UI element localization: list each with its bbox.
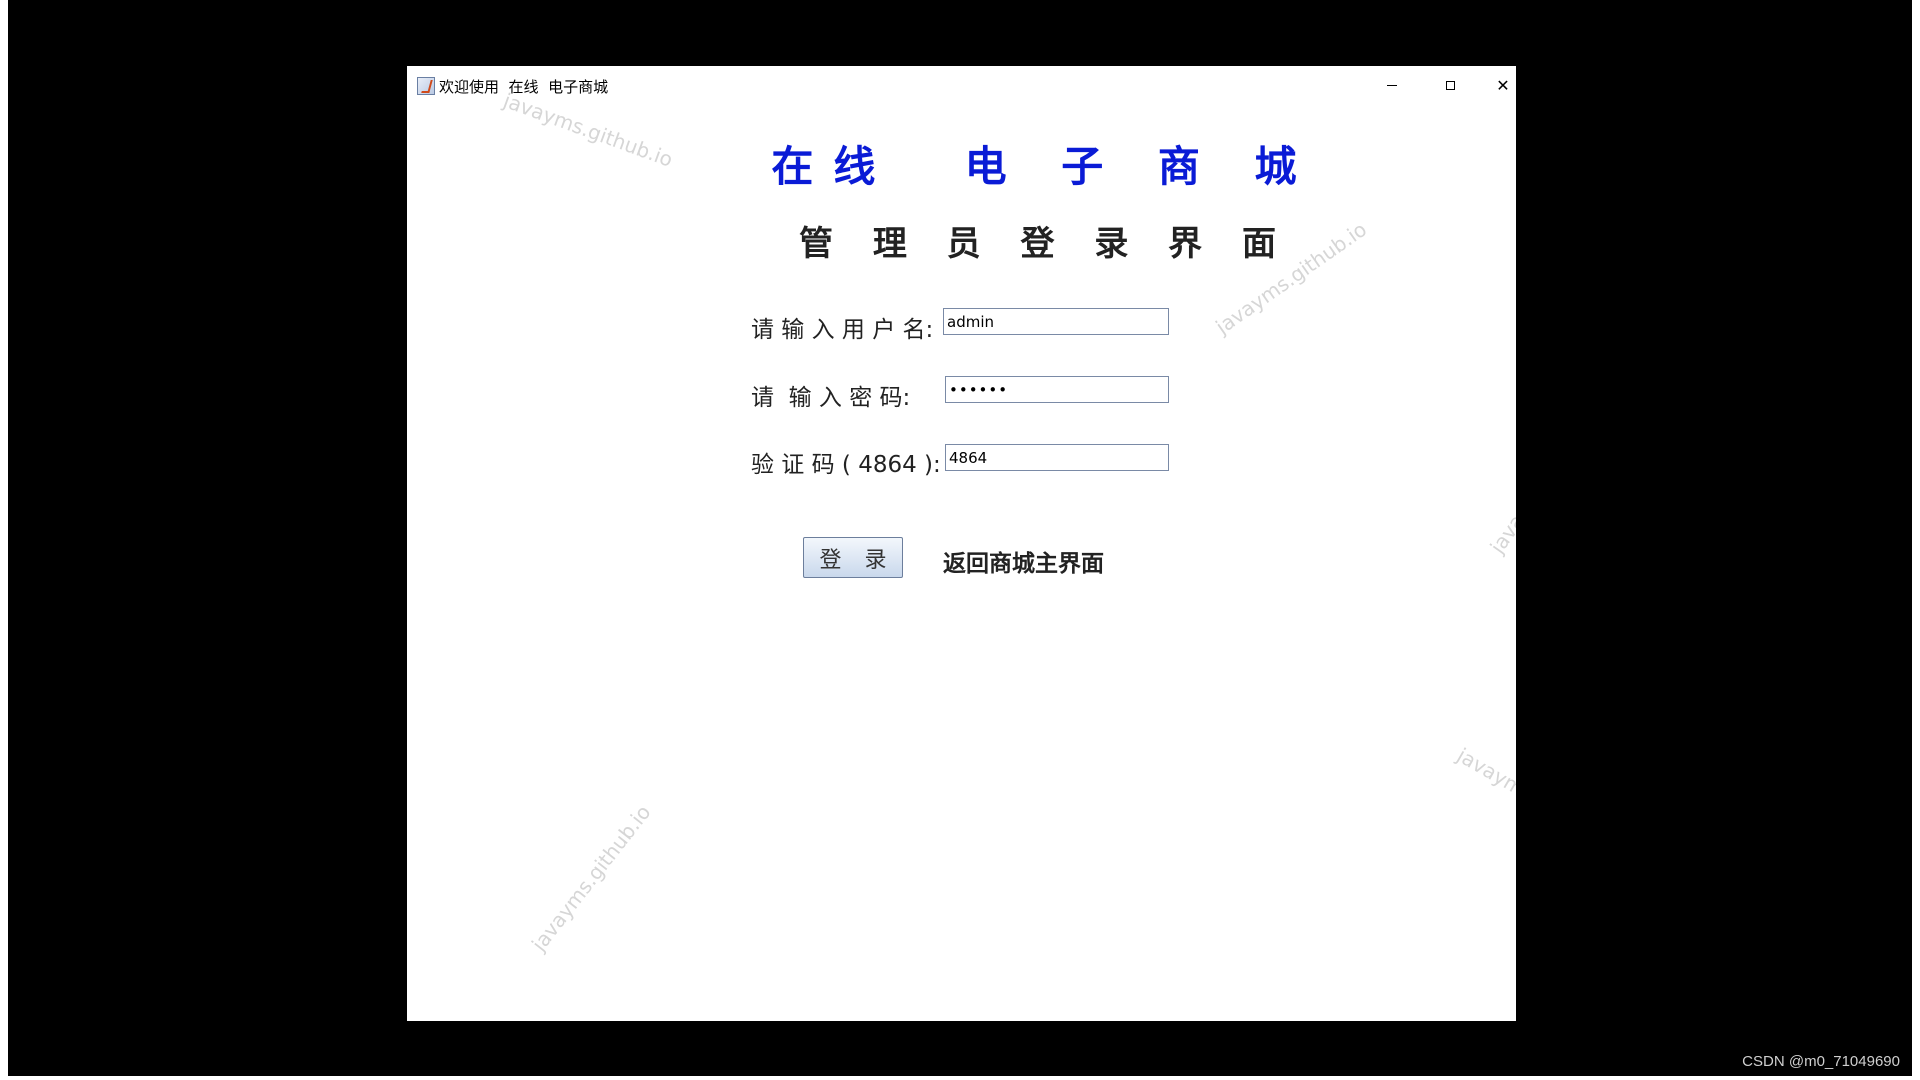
maximize-icon <box>1445 80 1455 90</box>
bottom-border <box>0 1076 1920 1080</box>
username-label: 请 输 入 用 户 名: <box>751 317 934 343</box>
password-label: 请 输 入 密 码: <box>751 385 911 411</box>
right-border <box>1912 0 1920 1080</box>
login-button[interactable]: 登 录 <box>803 537 903 578</box>
back-to-mall-link[interactable]: 返回商城主界面 <box>943 544 1104 578</box>
captcha-input[interactable] <box>945 444 1169 471</box>
watermark: javayms.github.io <box>1485 398 1516 558</box>
close-button[interactable]: ✕ <box>1485 70 1516 100</box>
captcha-label: 验 证 码 ( 4864 ): <box>751 452 941 478</box>
watermark: javayms.github.io <box>1452 743 1516 853</box>
username-input[interactable] <box>943 308 1169 335</box>
left-border <box>0 0 8 1080</box>
main-title-text: 在线 电 子 商 城 <box>771 142 1317 191</box>
login-window: 欢迎使用 在线 电子商城 ✕ javayms.github.io javayms… <box>407 66 1516 1021</box>
window-title: 欢迎使用 在线 电子商城 <box>439 78 609 96</box>
csdn-credit: CSDN @m0_71049690 <box>1742 1053 1900 1070</box>
password-input[interactable] <box>945 376 1169 403</box>
watermark: javayms.github.io <box>526 800 656 956</box>
minimize-button[interactable] <box>1369 70 1415 100</box>
close-icon: ✕ <box>1496 75 1510 95</box>
page-subtitle: 管 理 员 登 录 界 面 <box>799 224 1291 264</box>
java-app-icon <box>417 77 435 95</box>
main-title: 在线 电 子 商 城 <box>751 114 1316 213</box>
title-bar[interactable]: 欢迎使用 在线 电子商城 ✕ <box>407 66 1516 104</box>
maximize-button[interactable] <box>1427 70 1473 100</box>
minimize-icon <box>1387 84 1397 86</box>
